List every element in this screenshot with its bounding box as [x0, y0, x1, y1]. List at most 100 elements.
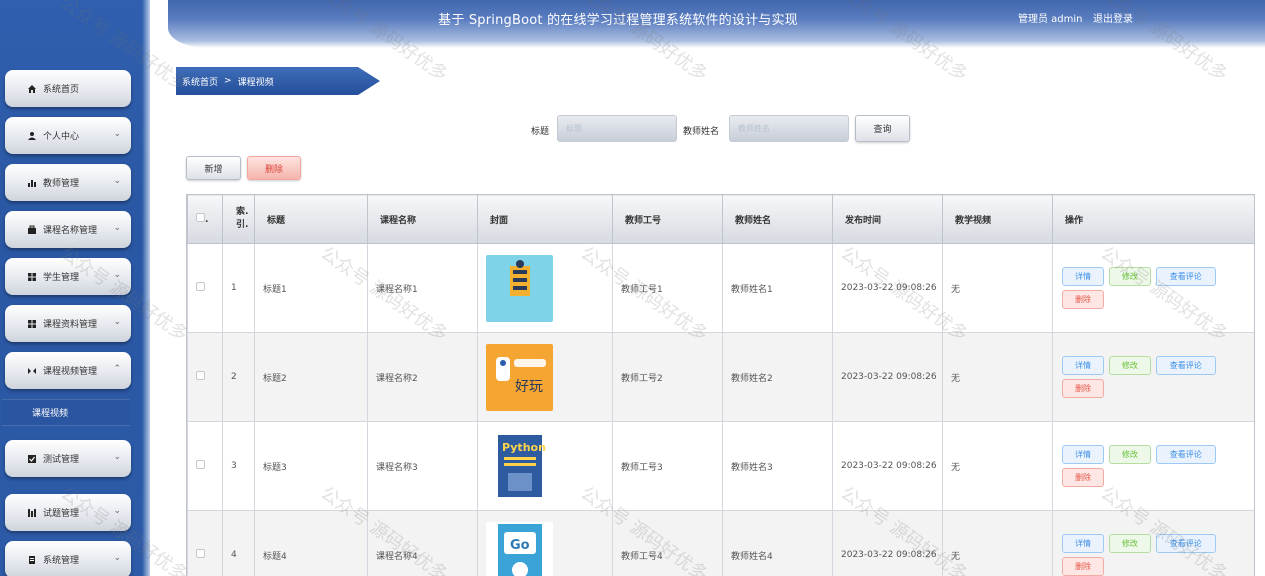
view-comments-button[interactable]: 查看评论: [1155, 445, 1216, 464]
row-index: 3: [222, 421, 255, 511]
sidebar-item-label: 课程名称管理: [43, 226, 98, 236]
svg-text:Python: Python: [502, 441, 546, 454]
breadcrumb: 系统首页 > 课程视频: [176, 67, 380, 95]
sidebar-item-course-name[interactable]: 课程名称管理 ⌄: [5, 211, 131, 248]
row-course: 课程名称1: [367, 243, 478, 333]
book-cover-icon: Go: [497, 524, 542, 576]
row-teacher-name: 教师姓名3: [722, 421, 833, 511]
breadcrumb-home[interactable]: 系统首页: [182, 75, 218, 88]
select-all-checkbox[interactable]: [196, 213, 205, 222]
row-checkbox-cell[interactable]: [187, 332, 223, 422]
row-title: 标题3: [254, 421, 368, 511]
sidebar-item-label: 测试管理: [43, 455, 80, 465]
row-teacher-name: 教师姓名2: [722, 332, 833, 422]
sidebar-item-home[interactable]: 系统首页: [5, 70, 131, 107]
row-checkbox-cell[interactable]: [187, 421, 223, 511]
title-search-input[interactable]: [557, 115, 677, 142]
sidebar-item-label: 试题管理: [43, 509, 80, 519]
sidebar-item-test[interactable]: 测试管理 ⌄: [5, 440, 131, 477]
book-cover-icon: 好玩: [495, 357, 546, 395]
bar-chart-icon: [27, 178, 37, 188]
row-course: 课程名称3: [367, 421, 478, 511]
detail-button[interactable]: 详情: [1062, 534, 1104, 553]
sidebar-item-system[interactable]: 系统管理 ⌄: [5, 541, 131, 576]
row-index: 1: [222, 243, 255, 333]
row-cover-cell: [477, 243, 613, 333]
data-table: . 索. 引. 标题 课程名称 封面 教师工号 教师姓名 发布时间 教学视频 操…: [186, 194, 1255, 576]
app-title: 基于 SpringBoot 的在线学习过程管理系统软件的设计与实现: [438, 13, 798, 28]
row-title: 标题1: [254, 243, 368, 333]
table-row: 2 标题2 课程名称2 好玩 教师工号2 教师姓名2 2023-03-22 09…: [187, 332, 1254, 422]
row-checkbox-cell[interactable]: [187, 243, 223, 333]
cover-image: Go: [486, 521, 553, 576]
cover-image: [486, 254, 553, 322]
grid-icon: [27, 319, 37, 329]
header-course: 课程名称: [367, 194, 478, 244]
current-user: 管理员 admin: [1018, 14, 1083, 25]
edit-button[interactable]: 修改: [1108, 267, 1151, 286]
sidebar-item-teacher[interactable]: 教师管理 ⌄: [5, 164, 131, 201]
chart-icon: [27, 508, 37, 518]
delete-button[interactable]: 删除: [247, 156, 301, 180]
sidebar-item-label: 课程资料管理: [43, 320, 98, 330]
sidebar-item-label: 系统首页: [43, 85, 80, 95]
query-button[interactable]: 查询: [855, 115, 910, 142]
sidebar-item-course-material[interactable]: 课程资料管理 ⌄: [5, 305, 131, 342]
row-delete-button[interactable]: 删除: [1062, 379, 1104, 398]
row-checkbox[interactable]: [196, 460, 205, 469]
detail-button[interactable]: 详情: [1062, 267, 1104, 286]
row-time: 2023-03-22 09:08:26: [832, 332, 943, 422]
row-index: 4: [222, 510, 255, 576]
sidebar-item-question[interactable]: 试题管理 ⌄: [5, 494, 131, 531]
sidebar-item-course-video[interactable]: 课程视频管理 ⌃: [5, 352, 131, 389]
row-checkbox[interactable]: [196, 371, 205, 380]
edit-button[interactable]: 修改: [1108, 534, 1151, 553]
book-cover-icon: [509, 260, 530, 296]
edit-button[interactable]: 修改: [1108, 445, 1151, 464]
sidebar-item-profile[interactable]: 个人中心 ⌄: [5, 117, 131, 154]
row-teacher-name: 教师姓名1: [722, 243, 833, 333]
header-time: 发布时间: [832, 194, 943, 244]
sidebar-item-label: 课程视频管理: [43, 367, 98, 377]
check-icon: [27, 454, 37, 464]
home-icon: [27, 84, 37, 94]
view-comments-button[interactable]: 查看评论: [1155, 356, 1216, 375]
logout-link[interactable]: 退出登录: [1093, 10, 1133, 25]
grid-icon: [27, 272, 37, 282]
user-icon: [27, 131, 37, 141]
row-checkbox[interactable]: [196, 549, 205, 558]
doc-icon: [27, 555, 37, 565]
row-ops: 详情 修改 查看评论 删除: [1052, 421, 1254, 511]
detail-button[interactable]: 详情: [1062, 445, 1104, 464]
sidebar-item-student[interactable]: 学生管理 ⌄: [5, 258, 131, 295]
row-time: 2023-03-22 09:08:26: [832, 421, 943, 511]
chevron-down-icon: ⌄: [113, 452, 121, 462]
row-title: 标题2: [254, 332, 368, 422]
row-delete-button[interactable]: 删除: [1062, 557, 1104, 576]
detail-button[interactable]: 详情: [1062, 356, 1104, 375]
chevron-down-icon: ⌄: [113, 129, 121, 139]
view-comments-button[interactable]: 查看评论: [1155, 267, 1216, 286]
row-checkbox-cell[interactable]: [187, 510, 223, 576]
teacher-search-input[interactable]: [729, 115, 849, 142]
sidebar-item-label: 学生管理: [43, 273, 80, 283]
sidebar: 系统首页 个人中心 ⌄ 教师管理 ⌄ 课程名称管理 ⌄ 学生管理 ⌄ 课程资料管…: [0, 0, 150, 576]
breadcrumb-separator: >: [224, 76, 232, 86]
row-index: 2: [222, 332, 255, 422]
row-teacher-no: 教师工号3: [612, 421, 723, 511]
add-button[interactable]: 新增: [186, 156, 241, 180]
chevron-down-icon: ⌄: [113, 176, 121, 186]
top-header: 基于 SpringBoot 的在线学习过程管理系统软件的设计与实现 管理员 ad…: [168, 0, 1265, 48]
row-checkbox[interactable]: [196, 282, 205, 291]
row-delete-button[interactable]: 删除: [1062, 468, 1104, 487]
select-all-header[interactable]: .: [187, 194, 223, 244]
teacher-search-label: 教师姓名: [683, 127, 720, 137]
sidebar-subitem-course-video[interactable]: 课程视频: [2, 399, 130, 426]
view-comments-button[interactable]: 查看评论: [1155, 534, 1216, 553]
edit-button[interactable]: 修改: [1108, 356, 1151, 375]
row-teacher-no: 教师工号4: [612, 510, 723, 576]
row-delete-button[interactable]: 删除: [1062, 290, 1104, 309]
header-teacher-no: 教师工号: [612, 194, 723, 244]
table-row: 3 标题3 课程名称3 Python 教师工号3 教师姓名3 2023-03-2…: [187, 421, 1254, 511]
header-video: 教学视频: [942, 194, 1053, 244]
